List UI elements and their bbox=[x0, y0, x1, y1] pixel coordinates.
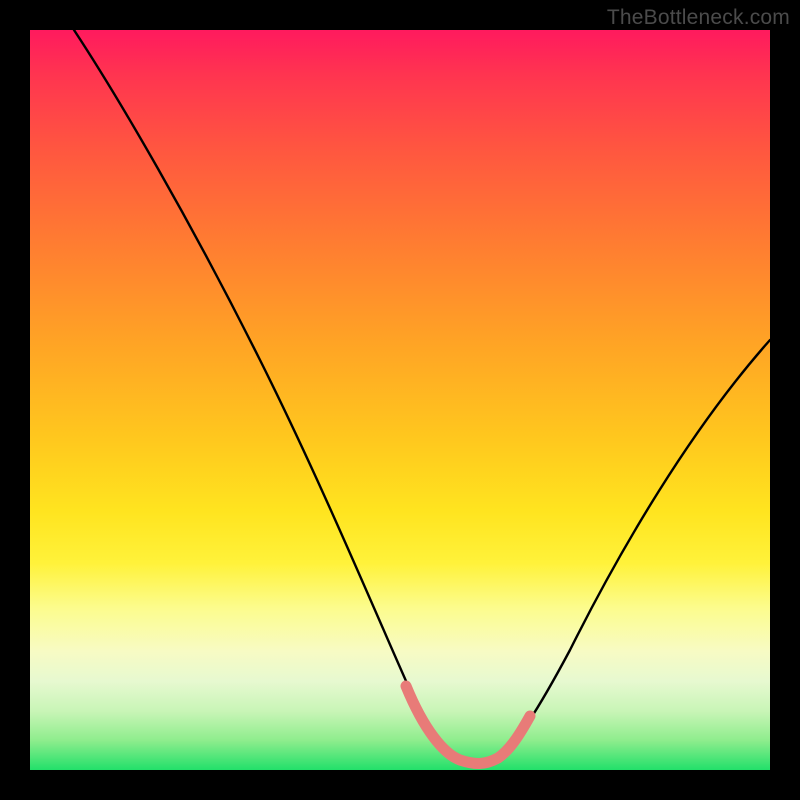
chart-frame: TheBottleneck.com bbox=[0, 0, 800, 800]
curve-path bbox=[74, 30, 770, 764]
attribution-text: TheBottleneck.com bbox=[607, 6, 790, 30]
plot-area bbox=[30, 30, 770, 770]
bottleneck-curve bbox=[30, 30, 770, 770]
curve-highlight bbox=[406, 686, 530, 764]
